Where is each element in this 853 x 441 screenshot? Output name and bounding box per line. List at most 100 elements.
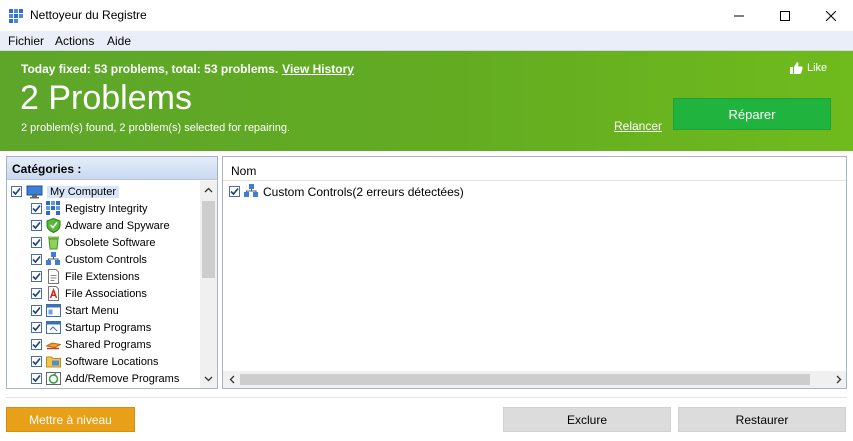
scrollbar-thumb[interactable]: [240, 374, 810, 385]
start-menu-icon: [46, 303, 61, 318]
tree-item-label: File Associations: [65, 287, 147, 300]
tree-item-label: File Extensions: [65, 270, 140, 283]
checkbox[interactable]: [31, 220, 42, 231]
scrollbar-thumb[interactable]: [202, 201, 215, 278]
menu-actions[interactable]: Actions: [55, 34, 94, 48]
tree-root-my-computer[interactable]: My Computer: [11, 183, 120, 200]
check-icon: [32, 306, 41, 315]
categories-tree: My Computer Registry Integrity Adware and…: [7, 181, 200, 388]
check-icon: [32, 204, 41, 213]
tree-item[interactable]: Add/Remove Programs: [31, 370, 179, 387]
startup-programs-icon: [46, 320, 61, 335]
menu-aide[interactable]: Aide: [107, 34, 131, 48]
categories-header: Catégories :: [7, 157, 217, 180]
scroll-left-icon[interactable]: [228, 375, 237, 384]
menu-bar: Fichier Actions Aide: [0, 31, 853, 51]
upgrade-button[interactable]: Mettre à niveau: [6, 407, 135, 432]
computer-icon: [26, 184, 43, 199]
checkbox[interactable]: [31, 254, 42, 265]
checkbox[interactable]: [31, 271, 42, 282]
minimize-button[interactable]: [716, 0, 762, 31]
problems-count-title: 2 Problems: [20, 79, 192, 117]
list-item-label: Custom Controls(2 erreurs détectées): [263, 184, 464, 199]
thumbs-up-icon: [790, 62, 803, 74]
tree-item-label: Shared Programs: [65, 338, 152, 351]
tree-item-label: Registry Integrity: [65, 202, 148, 215]
tree-item[interactable]: Shared Programs: [31, 336, 151, 353]
minimize-icon: [734, 15, 744, 16]
checkbox[interactable]: [31, 237, 42, 248]
tree-item-label: Add/Remove Programs: [65, 372, 180, 385]
app-window: Nettoyeur du Registre Fichier Actions Ai…: [0, 0, 853, 441]
check-icon: [32, 340, 41, 349]
check-icon: [32, 323, 41, 332]
file-extension-icon: [46, 269, 61, 284]
like-button[interactable]: Like: [790, 62, 827, 74]
tree-item-label: Software Locations: [65, 355, 159, 368]
registry-integrity-icon: [46, 201, 61, 216]
exclude-button[interactable]: Exclure: [503, 407, 671, 432]
check-icon: [32, 255, 41, 264]
add-remove-programs-icon: [46, 371, 61, 386]
like-label: Like: [807, 62, 828, 74]
window-title: Nettoyeur du Registre: [30, 8, 147, 22]
scroll-up-icon[interactable]: [204, 186, 213, 195]
tree-item-label: Adware and Spyware: [65, 219, 170, 232]
repair-button[interactable]: Réparer: [673, 98, 831, 130]
checkbox[interactable]: [229, 186, 240, 197]
checkbox[interactable]: [31, 373, 42, 384]
check-icon: [32, 289, 41, 298]
relancer-link[interactable]: Relancer: [614, 119, 662, 133]
checkbox[interactable]: [31, 322, 42, 333]
menu-fichier[interactable]: Fichier: [8, 34, 44, 48]
check-icon: [32, 238, 41, 247]
categories-panel: Catégories : My Computer Registry Integr…: [6, 156, 218, 389]
checkbox[interactable]: [31, 339, 42, 350]
tree-item[interactable]: Registry Integrity: [31, 200, 148, 217]
title-bar: Nettoyeur du Registre: [0, 0, 853, 31]
tree-item-label: Start Menu: [65, 304, 119, 317]
tree-item[interactable]: Adware and Spyware: [31, 217, 170, 234]
tree-root-label: My Computer: [47, 185, 120, 198]
restore-button[interactable]: Restaurer: [678, 407, 846, 432]
tree-item[interactable]: File Extensions: [31, 268, 140, 285]
checkbox[interactable]: [11, 186, 22, 197]
status-banner: Today fixed: 53 problems, total: 53 prob…: [0, 51, 853, 151]
tree-item[interactable]: Start Menu: [31, 302, 119, 319]
categories-title: Catégories :: [12, 162, 82, 176]
checkbox[interactable]: [31, 203, 42, 214]
categories-scrollbar[interactable]: [200, 181, 217, 388]
scroll-right-icon[interactable]: [834, 375, 843, 384]
check-icon: [32, 357, 41, 366]
column-header-nom[interactable]: Nom: [231, 164, 256, 178]
close-icon: [826, 10, 836, 21]
check-icon: [32, 374, 41, 383]
file-association-icon: [46, 286, 61, 301]
tree-item[interactable]: Startup Programs: [31, 319, 151, 336]
tree-item[interactable]: Custom Controls: [31, 251, 147, 268]
checkbox[interactable]: [31, 288, 42, 299]
tree-item[interactable]: Obsolete Software: [31, 234, 156, 251]
folder-icon: [46, 354, 61, 369]
scroll-down-icon[interactable]: [204, 374, 213, 383]
app-icon: [9, 9, 23, 23]
maximize-button[interactable]: [762, 0, 808, 31]
checkbox[interactable]: [31, 305, 42, 316]
today-text: Today fixed: 53 problems, total: 53 prob…: [21, 62, 279, 76]
footer-divider: [6, 397, 847, 398]
tree-item[interactable]: File Associations: [31, 285, 147, 302]
custom-controls-icon: [244, 184, 259, 199]
shared-programs-icon: [46, 337, 61, 352]
check-icon: [230, 187, 239, 196]
view-history-link[interactable]: View History: [282, 62, 354, 76]
results-hscrollbar[interactable]: [223, 371, 846, 388]
maximize-icon: [780, 10, 790, 21]
checkbox[interactable]: [31, 356, 42, 367]
check-icon: [32, 221, 41, 230]
tree-item-label: Obsolete Software: [65, 236, 156, 249]
close-button[interactable]: [808, 0, 853, 31]
custom-controls-icon: [46, 252, 61, 267]
list-item[interactable]: Custom Controls(2 erreurs détectées): [229, 184, 464, 199]
check-icon: [32, 272, 41, 281]
tree-item[interactable]: Software Locations: [31, 353, 159, 370]
